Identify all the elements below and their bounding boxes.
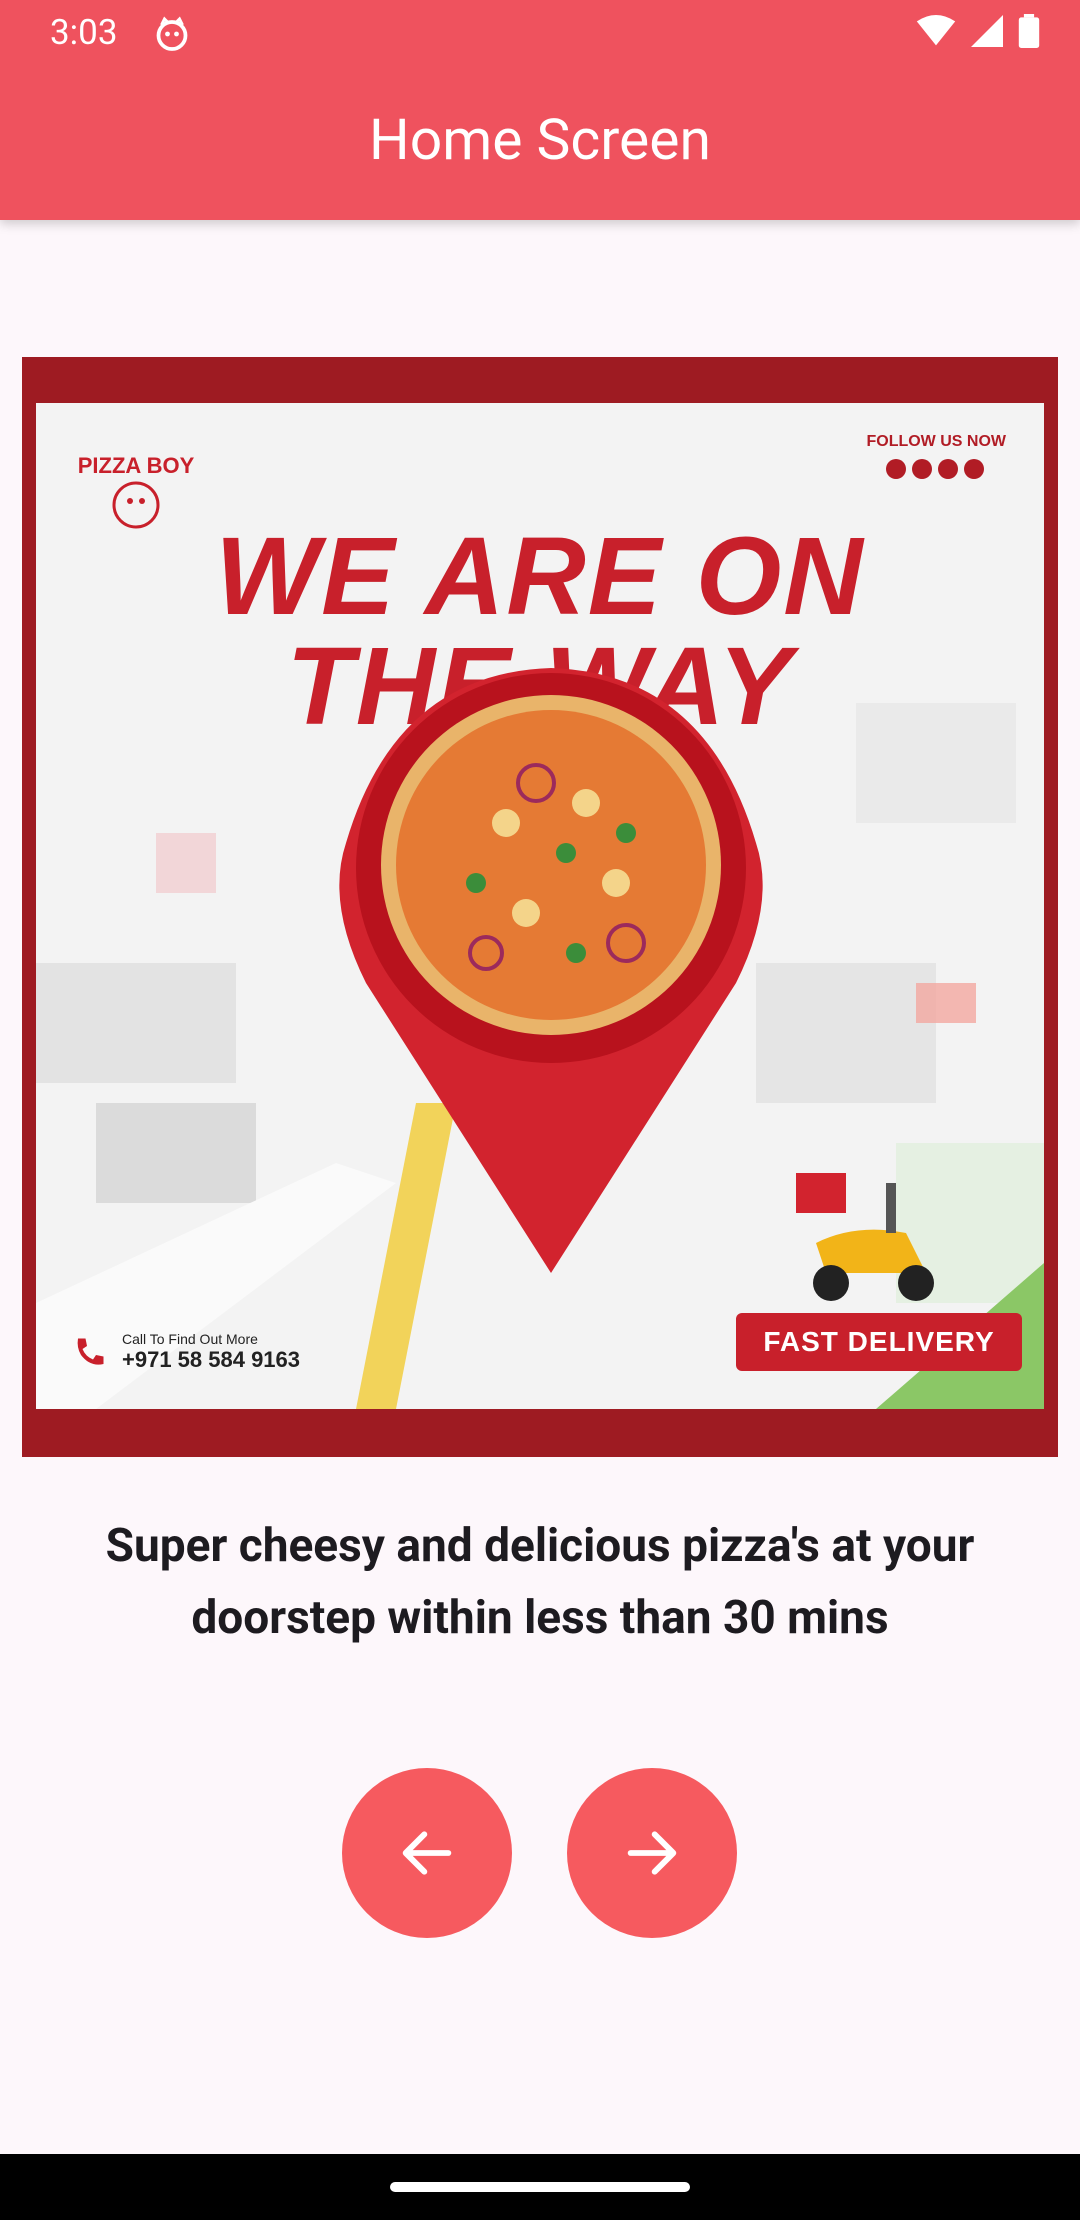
map-pin-pizza-graphic	[339, 668, 763, 1273]
next-button[interactable]	[567, 1768, 737, 1938]
call-label: Call To Find Out More	[122, 1331, 258, 1347]
status-bar: 3:03	[0, 0, 1080, 66]
promo-banner-content: PIZZA BOY FOLLOW US NOW WE ARE ON THE WA…	[36, 403, 1044, 1409]
promo-banner-image: PIZZA BOY FOLLOW US NOW WE ARE ON THE WA…	[22, 357, 1058, 1457]
call-info: Call To Find Out More +971 58 584 9163	[72, 1331, 300, 1373]
phone-icon	[77, 1338, 104, 1365]
status-time: 3:03	[50, 12, 118, 53]
signal-icon	[971, 15, 1003, 47]
svg-text:PIZZA BOY: PIZZA BOY	[78, 453, 195, 478]
previous-button[interactable]	[342, 1768, 512, 1938]
battery-icon	[1018, 14, 1040, 48]
app-bar: 3:03 Home Screen	[0, 0, 1080, 220]
social-icons	[886, 459, 984, 479]
arrow-right-icon	[627, 1831, 677, 1875]
follow-us-label: FOLLOW US NOW	[866, 433, 1006, 450]
promo-caption: Super cheesy and delicious pizza's at yo…	[105, 1519, 975, 1645]
home-gesture-handle[interactable]	[390, 2182, 690, 2192]
banner-headline-line1: WE ARE ON	[215, 515, 865, 638]
page-title: Home Screen	[369, 106, 711, 173]
instagram-icon	[964, 459, 984, 479]
arrow-left-icon	[402, 1831, 452, 1875]
delivery-scooter-graphic	[796, 1173, 934, 1301]
phone-number: +971 58 584 9163	[122, 1347, 301, 1372]
notification-icon	[156, 16, 188, 51]
youtube-icon	[938, 459, 958, 479]
wifi-icon	[916, 15, 956, 46]
twitter-icon	[912, 459, 932, 479]
fast-delivery-badge: FAST DELIVERY	[736, 1313, 1022, 1371]
facebook-icon	[886, 459, 906, 479]
